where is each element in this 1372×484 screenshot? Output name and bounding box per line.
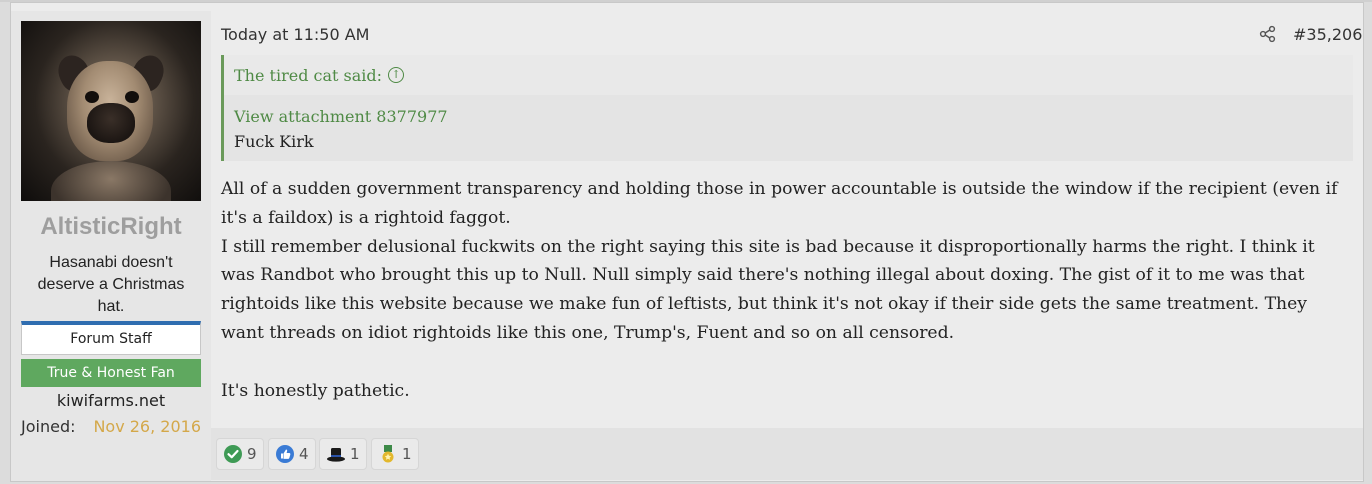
post-body: All of a sudden government transparency … [221,175,1353,405]
quote-text: Fuck Kirk [234,132,314,151]
check-icon [224,444,242,463]
joined-date: Nov 26, 2016 [93,417,201,436]
reaction-count: 1 [402,445,412,463]
reaction-count: 4 [299,445,309,463]
reaction-count: 9 [247,445,257,463]
reaction-like[interactable]: 4 [268,438,316,470]
quote-header[interactable]: The tired cat said: ↑ [224,55,1353,95]
reactions-bar: 9 4 1 1 [211,428,1363,480]
top-hat-icon [327,447,345,462]
user-title: Hasanabi doesn't deserve a Christmas hat… [37,254,185,315]
reaction-count: 1 [350,445,360,463]
post-container: AltisticRight Hasanabi doesn't deserve a… [10,2,1364,482]
user-site: kiwifarms.net [56,391,166,410]
avatar-muzzle [87,103,135,143]
user-avatar[interactable] [21,21,201,201]
reaction-check[interactable]: 9 [216,438,264,470]
post-date[interactable]: Today at 11:50 AM [221,25,369,44]
quote-jump-icon[interactable]: ↑ [388,66,405,83]
username[interactable]: AltisticRight [11,213,211,241]
quote-block: The tired cat said: ↑ View attachment 837… [221,55,1353,161]
share-icon[interactable] [1259,25,1277,43]
avatar-eye-left [85,91,99,103]
medal-icon [382,444,394,462]
quote-author[interactable]: The tired cat said: [234,66,382,85]
avatar-hand [51,161,171,201]
reaction-hat[interactable]: 1 [319,438,367,470]
post-paragraph: I still remember delusional fuckwits on … [221,236,1315,343]
reaction-medal[interactable]: 1 [371,438,419,470]
post-number[interactable]: #35,206 [1293,25,1362,44]
attachment-link[interactable]: View attachment 8377977 [234,107,448,126]
joined-label: Joined: [21,417,76,436]
user-pane: AltisticRight Hasanabi doesn't deserve a… [11,11,211,481]
post-paragraph: All of a sudden government transparency … [221,179,1338,228]
avatar-eye-right [125,91,139,103]
forum-staff-banner: Forum Staff [21,321,201,355]
true-honest-fan-banner: True & Honest Fan [21,359,201,387]
thumbs-up-icon [276,444,294,463]
post-paragraph: It's honestly pathetic. [221,380,410,401]
